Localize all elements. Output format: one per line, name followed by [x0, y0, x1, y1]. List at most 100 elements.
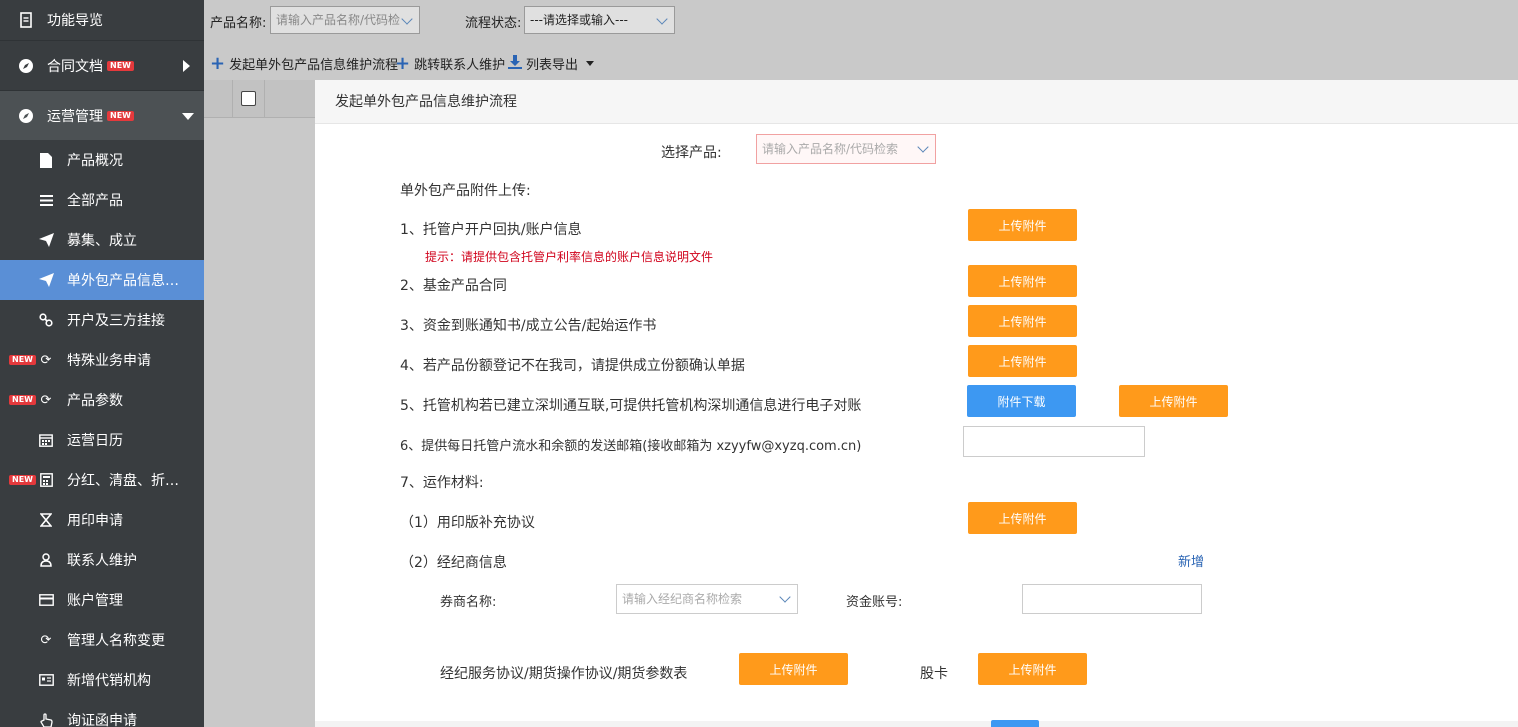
send-icon [38, 272, 54, 288]
fund-account-label: 资金账号: [846, 595, 903, 610]
hourglass-icon [38, 512, 54, 528]
sidebar-item-seal-request[interactable]: 用印申请 [0, 500, 204, 540]
upload-button-stock-card[interactable]: 上传附件 [978, 653, 1087, 685]
upload-button-item-1[interactable]: 上传附件 [968, 209, 1077, 241]
sidebar-item-outsourced-product-info[interactable]: 单外包产品信息… [0, 260, 204, 300]
sidebar-item-label: 分红、清盘、折… [67, 473, 179, 489]
dialog-title: 发起单外包产品信息维护流程 [315, 80, 1518, 124]
upload-button-item-5[interactable]: 上传附件 [1119, 385, 1228, 417]
user-icon [38, 552, 54, 568]
select-all-checkbox[interactable] [241, 91, 256, 106]
sidebar-group-operations[interactable]: 运营管理 NEW [0, 90, 204, 140]
select-product-placeholder: 请输入产品名称/代码检索 [762, 142, 899, 156]
new-badge: NEW [107, 60, 134, 71]
sidebar-item-contacts[interactable]: 联系人维护 [0, 540, 204, 580]
chevron-right-icon [183, 60, 190, 72]
sidebar-item-label: 联系人维护 [67, 553, 137, 569]
chevron-down-icon [401, 13, 413, 25]
item-3-label: 3、资金到账通知书/成立公告/起始运作书 [400, 318, 657, 334]
sidebar-item-label: 特殊业务申请 [67, 353, 151, 369]
new-badge: NEW [9, 395, 36, 405]
upload-button-item-3[interactable]: 上传附件 [968, 305, 1077, 337]
sidebar-item-label: 用印申请 [67, 513, 123, 529]
sidebar-item-product-params[interactable]: NEW ⟳ 产品参数 [0, 380, 204, 420]
sidebar-item-fundraising[interactable]: 募集、成立 [0, 220, 204, 260]
jump-contact-button[interactable]: + 跳转联系人维护 [395, 54, 505, 73]
upload-button-item-2[interactable]: 上传附件 [968, 265, 1077, 297]
item-1-hint: 提示：请提供包含托管户利率信息的账户信息说明文件 [425, 250, 714, 264]
export-button[interactable]: 列表导出 [508, 54, 595, 73]
sidebar-group-label: 合同文档 [47, 58, 103, 75]
broker-name-label: 券商名称: [440, 595, 497, 610]
fund-account-field[interactable] [1022, 584, 1202, 614]
sidebar-group-contract-docs[interactable]: 合同文档 NEW [0, 40, 204, 90]
sidebar-item-dividend[interactable]: NEW 分红、清盘、折… [0, 460, 204, 500]
submit-button[interactable] [991, 720, 1039, 727]
refresh-icon: ⟳ [40, 392, 52, 408]
item-1-label: 1、托管户开户回执/账户信息 [400, 222, 582, 238]
sidebar-item-label: 账户管理 [67, 593, 123, 609]
chevron-down-icon [656, 13, 668, 25]
send-icon [38, 232, 54, 248]
flow-dialog: 发起单外包产品信息维护流程 选择产品: 请输入产品名称/代码检索 单外包产品附件… [315, 80, 1518, 727]
caret-down-icon [586, 61, 595, 66]
calendar-icon [38, 432, 54, 448]
attachments-title: 单外包产品附件上传: [400, 183, 531, 199]
sidebar-item-label: 全部产品 [67, 193, 123, 209]
broker-name-placeholder: 请输入经纪商名称检索 [622, 592, 743, 606]
upload-button-item-7-1[interactable]: 上传附件 [968, 502, 1077, 534]
item-5-label: 5、托管机构若已建立深圳通互联,可提供托管机构深圳通信息进行电子对账 [400, 398, 862, 414]
sidebar-item-confirmation-letter[interactable]: 询证函申请 [0, 700, 204, 727]
select-product-input[interactable]: 请输入产品名称/代码检索 [756, 134, 936, 164]
product-name-select[interactable]: 请输入产品名称/代码检 [270, 6, 420, 34]
new-badge: NEW [9, 355, 36, 365]
add-broker-link[interactable]: 新增 [1178, 551, 1204, 570]
card-icon [38, 592, 54, 608]
item-7-2-label: （2）经纪商信息 [400, 555, 507, 571]
email-field[interactable] [963, 426, 1145, 457]
flow-status-label: 流程状态: [465, 16, 522, 31]
compass-icon [18, 108, 34, 124]
sidebar-item-special-business[interactable]: NEW ⟳ 特殊业务申请 [0, 340, 204, 380]
column-divider [232, 80, 233, 118]
sidebar-item-label: 新增代销机构 [67, 673, 151, 689]
plus-icon: + [395, 52, 411, 74]
start-flow-label: 发起单外包产品信息维护流程 [229, 58, 399, 73]
sidebar-item-ops-calendar[interactable]: 运营日历 [0, 420, 204, 460]
chevron-down-icon [779, 591, 791, 603]
broker-name-select[interactable]: 请输入经纪商名称检索 [616, 584, 798, 614]
flow-status-select[interactable]: ---请选择或输入--- [524, 6, 675, 34]
item-2-label: 2、基金产品合同 [400, 278, 507, 294]
select-product-label: 选择产品: [661, 145, 722, 161]
sidebar-item-label: 询证函申请 [67, 713, 137, 727]
upload-button-item-4[interactable]: 上传附件 [968, 345, 1077, 377]
new-badge: NEW [9, 475, 36, 485]
sidebar-item-label: 单外包产品信息… [67, 273, 179, 289]
upload-button-broker-docs[interactable]: 上传附件 [739, 653, 848, 685]
column-divider [264, 80, 265, 118]
toolbar: + 发起单外包产品信息维护流程 + 跳转联系人维护 列表导出 [204, 44, 1518, 80]
sidebar-group-label: 运营管理 [47, 108, 103, 125]
id-card-icon [38, 672, 54, 688]
item-7-label: 7、运作材料: [400, 475, 484, 491]
plus-icon: + [210, 52, 226, 74]
sidebar-item-accounts[interactable]: 账户管理 [0, 580, 204, 620]
start-flow-button[interactable]: + 发起单外包产品信息维护流程 [210, 54, 398, 73]
refresh-icon: ⟳ [40, 632, 52, 648]
sidebar-item-new-agency[interactable]: 新增代销机构 [0, 660, 204, 700]
sidebar-item-label: 产品参数 [67, 393, 123, 409]
table-header [204, 80, 315, 118]
sidebar-item-product-overview[interactable]: 产品概况 [0, 140, 204, 180]
item-6-label: 6、提供每日托管户流水和余额的发送邮箱(接收邮箱为 xzyyfw@xyzq.co… [400, 439, 862, 454]
sidebar-item-account-opening[interactable]: 开户及三方挂接 [0, 300, 204, 340]
sidebar-item-guide[interactable]: 功能导览 [0, 0, 204, 40]
sidebar-item-all-products[interactable]: 全部产品 [0, 180, 204, 220]
download-button-item-5[interactable]: 附件下载 [967, 385, 1076, 417]
new-badge: NEW [107, 110, 134, 121]
sidebar-item-manager-rename[interactable]: ⟳ 管理人名称变更 [0, 620, 204, 660]
broker-docs-label: 经纪服务协议/期货操作协议/期货参数表 [440, 666, 688, 682]
flow-status-value: ---请选择或输入--- [530, 13, 628, 27]
refresh-icon: ⟳ [40, 352, 52, 368]
sidebar: 功能导览 合同文档 NEW 运营管理 NEW 产品概况 全部产品 募集、成立 单… [0, 0, 204, 727]
sidebar-item-label: 运营日历 [67, 433, 123, 449]
